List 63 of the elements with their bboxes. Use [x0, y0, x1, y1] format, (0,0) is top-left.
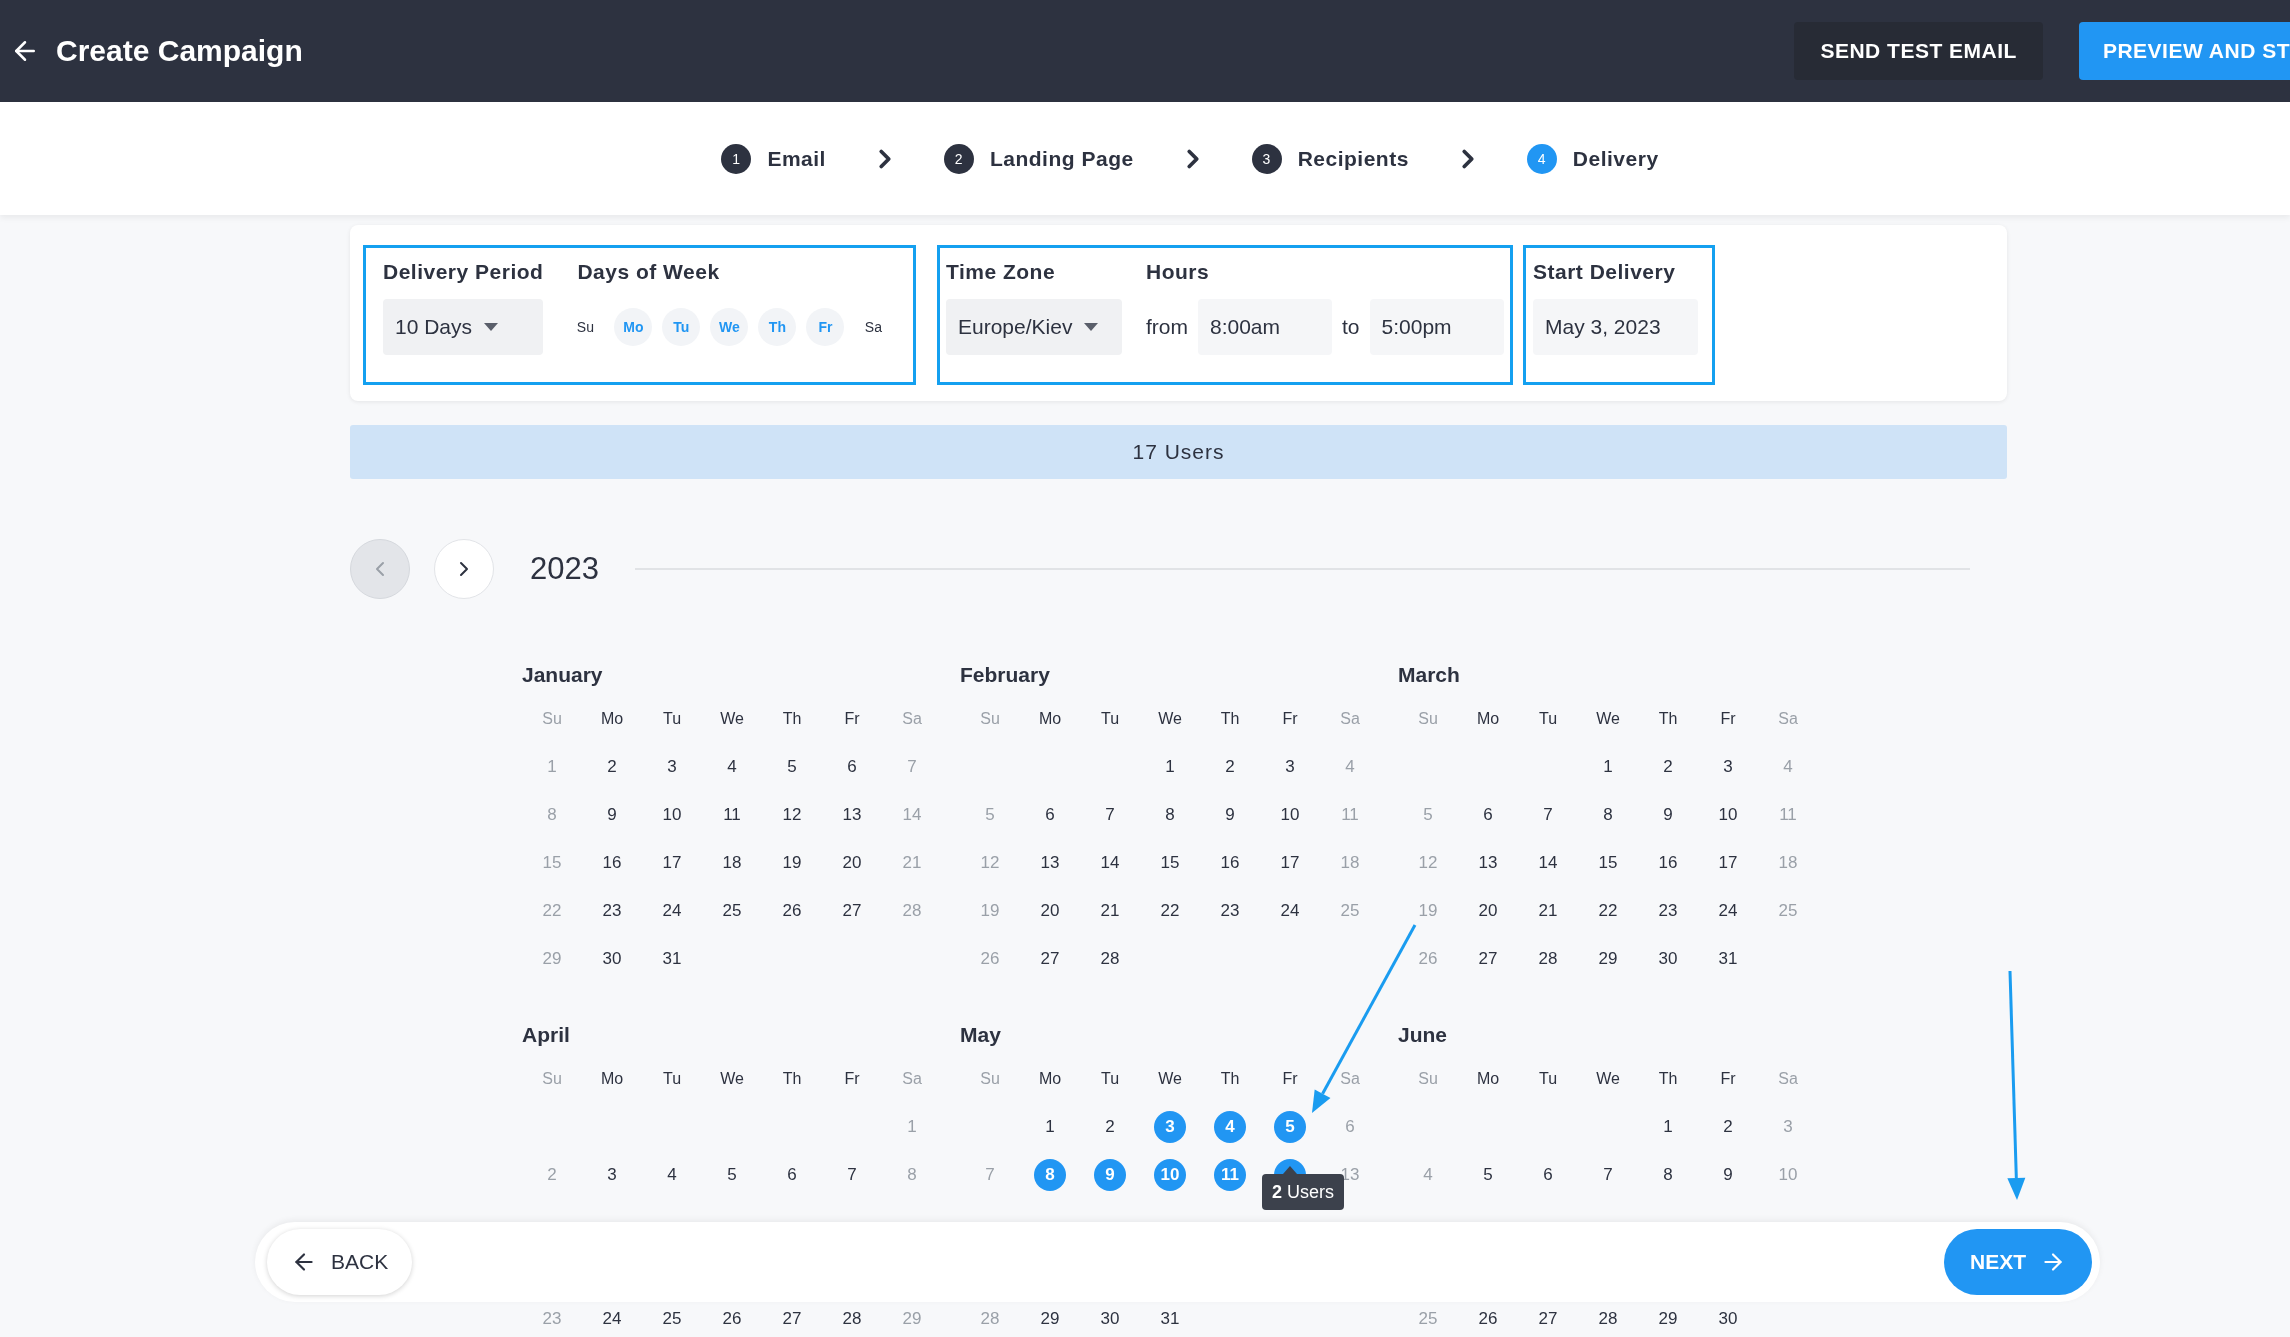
weekday-label: Th: [1658, 1070, 1678, 1088]
weekday-label: Sa: [1340, 710, 1360, 728]
weekday-label: Sa: [1778, 1070, 1798, 1088]
step-number: 2: [943, 143, 974, 174]
weekday-label: Su: [980, 1070, 1000, 1088]
field-label: Days of Week: [577, 259, 721, 285]
field-label: Time Zone: [946, 259, 1057, 285]
weekday-label: Tu: [1100, 1070, 1120, 1088]
weekday-label: Fr: [844, 710, 860, 728]
weekday-label: We: [1596, 710, 1620, 728]
month-name: February: [960, 662, 1051, 688]
weekday-label: Mo: [1476, 710, 1500, 728]
weekday-label: Mo: [600, 1070, 624, 1088]
weekday-label: Su: [980, 710, 1000, 728]
weekday-label: Fr: [1282, 1070, 1298, 1088]
weekday-label: Sa: [902, 710, 922, 728]
weekday-label: We: [720, 710, 744, 728]
month-name: May: [960, 1022, 1002, 1048]
step-number: 4: [1526, 143, 1557, 174]
weekday-label: Sa: [1340, 1070, 1360, 1088]
month-name: April: [522, 1022, 571, 1048]
weekday-label: Th: [1220, 1070, 1240, 1088]
weekday-label: Mo: [1476, 1070, 1500, 1088]
weekday-label: We: [1158, 710, 1182, 728]
weekday-label: Mo: [1038, 710, 1062, 728]
weekday-label: We: [1158, 1070, 1182, 1088]
weekday-label: Tu: [662, 710, 682, 728]
weekday-label: Su: [1418, 710, 1438, 728]
weekday-label: Th: [782, 710, 802, 728]
weekday-label: Su: [542, 1070, 562, 1088]
weekday-label: Tu: [662, 1070, 682, 1088]
weekday-label: Fr: [844, 1070, 860, 1088]
weekday-label: Fr: [1720, 1070, 1736, 1088]
month-name: June: [1398, 1022, 1448, 1048]
weekday-label: Tu: [1538, 1070, 1558, 1088]
field-label: Hours: [1146, 259, 1211, 285]
weekday-label: Mo: [1038, 1070, 1062, 1088]
step-number: 1: [721, 143, 752, 174]
page-title: Create Campaign: [56, 34, 304, 68]
weekday-label: Th: [1220, 710, 1240, 728]
weekday-label: Tu: [1100, 710, 1120, 728]
month-name: March: [1398, 662, 1461, 688]
field-label: Delivery Period: [383, 259, 544, 285]
weekday-label: Th: [782, 1070, 802, 1088]
weekday-label: Sa: [1778, 710, 1798, 728]
from-label: from: [1146, 315, 1188, 339]
to-label: to: [1342, 315, 1360, 339]
step-number: 3: [1251, 143, 1282, 174]
weekday-label: Fr: [1282, 710, 1298, 728]
weekday-label: Tu: [1538, 710, 1558, 728]
month-name: January: [522, 662, 604, 688]
weekday-label: Sa: [902, 1070, 922, 1088]
weekday-label: Mo: [600, 710, 624, 728]
weekday-label: Th: [1658, 710, 1678, 728]
year-label: 2023: [530, 551, 599, 587]
weekday-label: We: [1596, 1070, 1620, 1088]
weekday-label: Su: [542, 710, 562, 728]
weekday-label: Su: [1418, 1070, 1438, 1088]
users-summary-bar: 17 Users: [350, 425, 2007, 479]
field-label: Start Delivery: [1533, 259, 1677, 285]
users-tooltip: 2 Users: [1262, 1174, 1345, 1210]
weekday-label: Fr: [1720, 710, 1736, 728]
weekday-label: We: [720, 1070, 744, 1088]
